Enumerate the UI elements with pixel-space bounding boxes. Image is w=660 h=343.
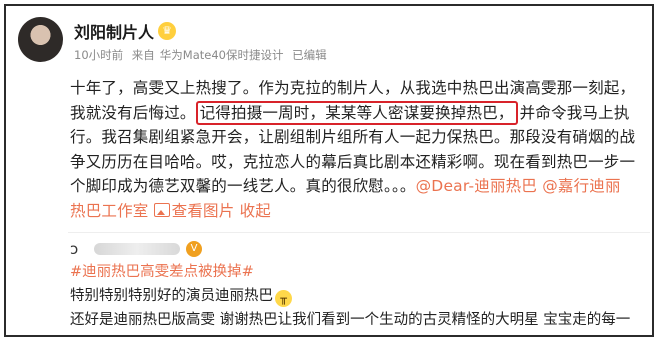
post-text: 并命令我马上执: [519, 103, 630, 122]
post-line: 行。我召集剧组紧急开会，让剧组制片组所有人一起力保热巴。那段没有硝烟的战: [70, 128, 636, 146]
post-line: 热巴工作室 查看图片 收起: [70, 199, 650, 224]
post-line: 十年了，高雯又上热搜了。作为克拉的制片人，从我选中热巴出演高雯那一刻起，: [70, 79, 636, 97]
screenshot-frame: 刘阳制片人 ♛ 10小时前 来自 华为Mate40保时捷设计 已编辑 十年了，高雯…: [4, 4, 654, 337]
post-device: 华为Mate40保时捷设计: [159, 48, 284, 62]
post-meta: 10小时前 来自 华为Mate40保时捷设计 已编辑: [74, 47, 332, 63]
avatar[interactable]: [18, 17, 63, 62]
comment-line: 还好是迪丽热巴版高雯 谢谢热巴让我们看到一个生动的古灵精怪的大明星 宝宝走的每一: [70, 312, 631, 328]
divider: [68, 232, 650, 233]
vip-crown-icon: ♛: [158, 22, 177, 40]
edited-label[interactable]: 已编辑: [292, 48, 327, 62]
comment-user-row: ↄ V: [70, 238, 652, 260]
post-body: 十年了，高雯又上热搜了。作为克拉的制片人，从我选中热巴出演高雯那一刻起， 我就没…: [70, 76, 650, 223]
mention-link[interactable]: @Dear-迪丽热巴: [416, 177, 537, 195]
mention-link[interactable]: 热巴工作室: [70, 202, 149, 220]
image-icon: [153, 202, 170, 217]
mention-link[interactable]: @嘉行迪丽: [542, 177, 621, 195]
comment-text: 特别特别特别好的演员迪丽热巴: [70, 288, 273, 304]
collapse-link[interactable]: 收起: [240, 202, 271, 220]
comment-section: ↄ V #迪丽热巴高雯差点被换掉# 特别特别特别好的演员迪丽热巴 ╥ 还好是迪丽热…: [70, 238, 652, 332]
post-line: 我就没有后悔过。 记得拍摄一周时，某某等人密谋要换掉热巴， 并命令我马上执: [70, 100, 650, 126]
source-prefix: 来自: [131, 48, 155, 62]
crying-face-icon: ╥: [275, 290, 292, 307]
comment-line: 特别特别特别好的演员迪丽热巴 ╥: [70, 284, 652, 308]
author-name[interactable]: 刘阳制片人: [74, 19, 154, 43]
topic-hashtag[interactable]: #迪丽热巴高雯差点被换掉#: [70, 264, 254, 280]
view-pictures-link[interactable]: 查看图片: [172, 202, 235, 220]
comment-line: #迪丽热巴高雯差点被换掉#: [70, 260, 652, 284]
post-text: 个脚印成为德艺双馨的一线艺人。真的很欣慰。。。: [70, 177, 416, 195]
verified-badge-icon: V: [186, 241, 202, 257]
post-line: 个脚印成为德艺双馨的一线艺人。真的很欣慰。。。@Dear-迪丽热巴 @嘉行迪丽: [70, 174, 650, 199]
post-text: 我就没有后悔过。: [70, 103, 196, 122]
weibo-logo-icon: ↄ: [70, 240, 79, 258]
post-time[interactable]: 10小时前: [74, 48, 123, 62]
highlighted-sentence: 记得拍摄一周时，某某等人密谋要换掉热巴，: [195, 100, 518, 125]
post-line: 争又历历在目哈哈。哎，克拉恋人的幕后真比剧本还精彩啊。现在看到热巴一步一: [70, 152, 636, 171]
blurred-username[interactable]: [94, 243, 180, 255]
author-row: 刘阳制片人 ♛: [74, 19, 177, 43]
